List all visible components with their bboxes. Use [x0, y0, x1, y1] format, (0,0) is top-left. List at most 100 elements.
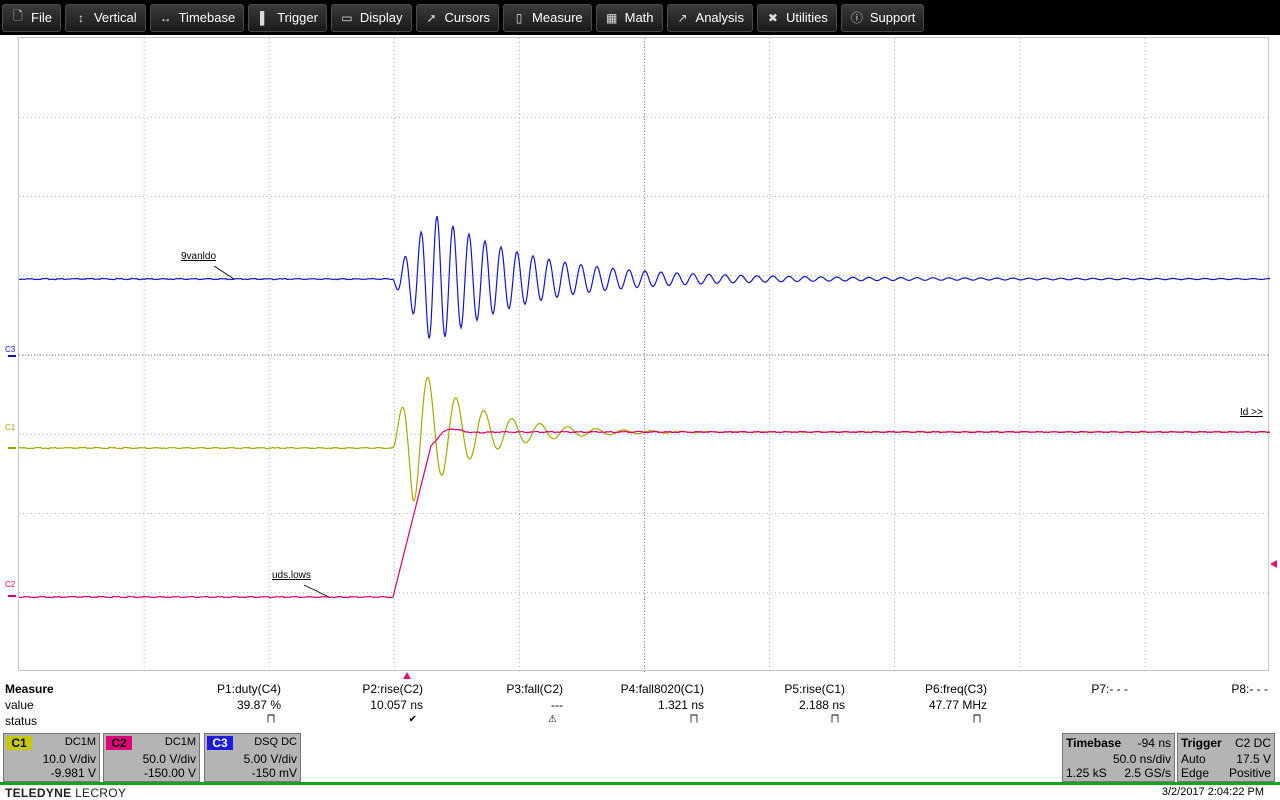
c1-level-tick — [8, 447, 16, 449]
value-row-label: value — [5, 698, 34, 712]
timebase-descriptor[interactable]: Timebase -94 ns 50.0 ns/div 1.25 kS 2.5 … — [1062, 733, 1175, 782]
channel-scale: 10.0 V/div — [42, 752, 96, 766]
measure-title: Measure — [5, 682, 54, 696]
channel-offset: -150 mV — [251, 766, 297, 780]
c2-offset-marker[interactable]: C2 — [5, 581, 15, 589]
measure-param-name[interactable]: P2:rise(C2) — [362, 682, 423, 696]
calculator-icon: ▦ — [605, 10, 618, 25]
measure-param-name[interactable]: P3:fall(C2) — [506, 682, 563, 696]
menu-measure-button[interactable]: ▯ Measure — [503, 3, 592, 32]
cursor-icon: ➚ — [426, 10, 437, 25]
analysis-icon: ↗ — [677, 10, 688, 25]
menu-label: Timebase — [178, 10, 236, 25]
channel-coupling: DC1M — [64, 736, 96, 748]
channel-scale: 5.00 V/div — [243, 752, 297, 766]
menu-label: Measure — [532, 10, 583, 25]
timebase-rate: 2.5 GS/s — [1124, 766, 1171, 780]
channel-tag: C3 — [207, 736, 233, 750]
trigger-descriptor[interactable]: Trigger C2 DC Auto 17.5 V Edge Positive — [1177, 733, 1275, 782]
menu-trigger-button[interactable]: ▌ Trigger — [248, 3, 327, 32]
menu-label: Vertical — [93, 10, 137, 25]
brand-logo: TELEDYNE LECROY — [5, 786, 127, 800]
menu-label: Support — [869, 10, 916, 25]
horizontal-arrows-icon: ↔ — [159, 10, 172, 25]
menu-bar: 🗋 File ↕ Vertical ↔ Timebase ▌ Trigger ▭ Display ➚… — [0, 0, 1280, 35]
measure-param-value: 2.188 ns — [798, 698, 845, 712]
c3-level-tick — [8, 355, 16, 357]
status-row-label: status — [5, 714, 38, 728]
menu-label: Analysis — [695, 10, 744, 25]
menu-cursors-button[interactable]: ➚ Cursors — [415, 3, 500, 32]
file-icon: 🗋 — [13, 9, 23, 23]
measure-table[interactable]: Measure value status P1:duty(C4) 39.87 % ⨅… — [0, 682, 1280, 730]
menu-vertical-button[interactable]: ↕ Vertical — [64, 3, 146, 32]
channel-tag: C2 — [106, 736, 132, 750]
channel-tag: C1 — [6, 736, 32, 750]
timebase-delay: -94 ns — [1137, 736, 1171, 750]
menu-analysis-button[interactable]: ↗ Analysis — [666, 3, 753, 32]
waveform-display — [19, 38, 1270, 672]
measure-icon: ▯ — [515, 10, 523, 25]
trigger-level: 17.5 V — [1236, 752, 1271, 766]
menu-label: File — [31, 10, 52, 25]
channel-c2-descriptor[interactable]: C2 DC1M 50.0 V/div -150.00 V — [103, 733, 200, 782]
c2-level-tick — [8, 595, 16, 597]
measure-status-check-icon: ✔ — [408, 714, 417, 725]
c2-label-leader — [303, 584, 330, 598]
menu-label: Math — [624, 10, 654, 25]
measure-status-row: status — [5, 714, 1275, 729]
measure-param-name[interactable]: P7:- - - — [1091, 682, 1128, 696]
channel-c3-descriptor[interactable]: C3 DSQ DC 5.00 V/div -150 mV — [204, 733, 301, 782]
measure-status-pulse-icon: ⨅ — [973, 714, 981, 725]
menu-display-button[interactable]: ▭ Display — [330, 3, 412, 32]
measure-param-name[interactable]: P5:rise(C1) — [784, 682, 845, 696]
measure-param-value: 1.321 ns — [657, 698, 704, 712]
trigger-level-marker[interactable] — [1270, 560, 1277, 568]
c1-trace-label[interactable]: Id >> — [1240, 407, 1263, 418]
timebase-title: Timebase — [1066, 736, 1122, 750]
menu-timebase-button[interactable]: ↔ Timebase — [149, 3, 245, 32]
channel-scale: 50.0 V/div — [142, 752, 196, 766]
c3-trace-label[interactable]: 9vanldo — [181, 251, 216, 262]
vertical-arrows-icon: ↕ — [77, 10, 84, 25]
trigger-icon: ▌ — [259, 10, 269, 25]
trigger-source: C2 DC — [1234, 736, 1271, 750]
menu-label: Utilities — [785, 10, 828, 25]
measure-param-value: 10.057 ns — [370, 698, 423, 712]
channel-offset: -9.981 V — [50, 766, 96, 780]
measure-param-name[interactable]: P8:- - - — [1231, 682, 1268, 696]
menu-file-button[interactable]: 🗋 File — [2, 3, 61, 32]
measure-param-value: 39.87 % — [236, 698, 281, 712]
measure-status-warning-icon: ⚠ — [548, 714, 557, 725]
menu-label: Cursors — [444, 10, 491, 25]
measure-param-value: --- — [551, 698, 563, 712]
menu-label: Trigger — [277, 10, 318, 25]
status-divider — [0, 782, 1280, 785]
timebase-samples: 1.25 kS — [1066, 766, 1107, 780]
trigger-time-marker[interactable] — [403, 672, 411, 679]
menu-utilities-button[interactable]: ✖ Utilities — [756, 3, 837, 32]
waveform-grid[interactable] — [18, 37, 1270, 672]
menu-label: Display — [359, 10, 403, 25]
channel-coupling: DSQ DC — [254, 736, 297, 748]
measure-param-name[interactable]: P6:freq(C3) — [925, 682, 987, 696]
measure-param-value: 47.77 MHz — [928, 698, 987, 712]
channel-coupling: DC1M — [164, 736, 196, 748]
measure-param-name[interactable]: P4:fall8020(C1) — [621, 682, 704, 696]
measure-param-name[interactable]: P1:duty(C4) — [217, 682, 281, 696]
c2-trace-label[interactable]: uds.lows — [272, 570, 311, 581]
channel-c1-descriptor[interactable]: C1 DC1M 10.0 V/div -9.981 V — [3, 733, 100, 782]
channel-offset: -150.00 V — [143, 766, 196, 780]
c3-offset-marker[interactable]: C3 — [5, 346, 15, 354]
tools-icon: ✖ — [767, 10, 778, 25]
trigger-title: Trigger — [1181, 736, 1222, 750]
c3-label-leader — [213, 265, 235, 280]
timebase-scale: 50.0 ns/div — [1112, 752, 1171, 766]
menu-support-button[interactable]: ⓘ Support — [840, 3, 925, 32]
info-icon: ⓘ — [850, 11, 863, 25]
trigger-mode: Auto — [1181, 752, 1206, 766]
menu-math-button[interactable]: ▦ Math — [595, 3, 663, 32]
c1-offset-marker[interactable]: C1 — [5, 424, 15, 432]
trigger-slope: Positive — [1228, 766, 1271, 780]
measure-status-pulse-icon: ⨅ — [690, 714, 698, 725]
